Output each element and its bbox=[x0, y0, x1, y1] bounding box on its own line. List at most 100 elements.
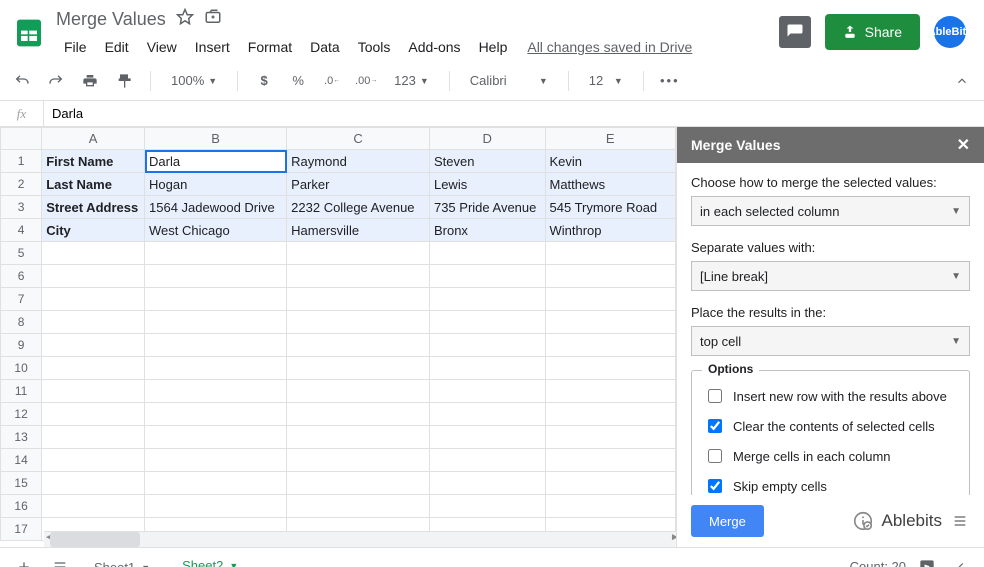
horizontal-scrollbar[interactable]: ◄ ► bbox=[44, 531, 676, 547]
formula-input[interactable]: Darla bbox=[44, 106, 83, 121]
col-header-E[interactable]: E bbox=[545, 128, 676, 150]
cell[interactable]: Matthews bbox=[545, 173, 676, 196]
col-header-B[interactable]: B bbox=[145, 128, 287, 150]
merge-how-selector[interactable]: in each selected column▼ bbox=[691, 196, 970, 226]
select-all-corner[interactable] bbox=[1, 128, 42, 150]
row-header[interactable]: 17 bbox=[1, 518, 42, 541]
avatar[interactable]: AbleBits bbox=[934, 16, 966, 48]
place-results-selector[interactable]: top cell▼ bbox=[691, 326, 970, 356]
cell[interactable]: Lewis bbox=[429, 173, 545, 196]
row-header[interactable]: 8 bbox=[1, 311, 42, 334]
merge-values-panel: Merge Values ✕ Choose how to merge the s… bbox=[676, 127, 984, 547]
undo-icon[interactable] bbox=[10, 69, 34, 93]
menu-help[interactable]: Help bbox=[471, 35, 516, 59]
cell[interactable]: Raymond bbox=[287, 150, 430, 173]
move-icon[interactable] bbox=[204, 8, 222, 31]
row-header[interactable]: 2 bbox=[1, 173, 42, 196]
row-header[interactable]: 3 bbox=[1, 196, 42, 219]
menu-file[interactable]: File bbox=[56, 35, 95, 59]
sheet-tab-1[interactable]: Sheet1▼ bbox=[82, 549, 162, 567]
panel-label-separator: Separate values with: bbox=[691, 240, 970, 255]
cell[interactable]: Bronx bbox=[429, 219, 545, 242]
row-header[interactable]: 5 bbox=[1, 242, 42, 265]
cell[interactable]: Street Address bbox=[42, 196, 145, 219]
cell[interactable]: Kevin bbox=[545, 150, 676, 173]
fx-icon: fx bbox=[0, 101, 44, 126]
cell[interactable]: Hogan bbox=[145, 173, 287, 196]
row-header[interactable]: 14 bbox=[1, 449, 42, 472]
menu-addons[interactable]: Add-ons bbox=[400, 35, 468, 59]
row-header[interactable]: 15 bbox=[1, 472, 42, 495]
spreadsheet-grid[interactable]: A B C D E 1 First Name Darla Raymond Ste… bbox=[0, 127, 676, 547]
doc-name[interactable]: Merge Values bbox=[56, 9, 166, 30]
menu-tools[interactable]: Tools bbox=[350, 35, 399, 59]
print-icon[interactable] bbox=[78, 69, 102, 93]
panel-label-place: Place the results in the: bbox=[691, 305, 970, 320]
all-sheets-icon[interactable] bbox=[46, 553, 74, 567]
info-icon[interactable] bbox=[852, 510, 874, 532]
paint-format-icon[interactable] bbox=[112, 69, 136, 93]
percent-icon[interactable]: % bbox=[286, 69, 310, 93]
hamburger-icon[interactable] bbox=[950, 511, 970, 531]
row-header[interactable]: 4 bbox=[1, 219, 42, 242]
more-tools-icon[interactable]: ••• bbox=[658, 69, 682, 93]
sheets-logo-icon[interactable] bbox=[10, 8, 48, 58]
sidebar-collapse-icon[interactable] bbox=[948, 554, 974, 567]
row-header[interactable]: 9 bbox=[1, 334, 42, 357]
cell[interactable]: Steven bbox=[429, 150, 545, 173]
opt-clear-contents-checkbox[interactable] bbox=[708, 419, 722, 433]
increase-decimal-icon[interactable]: .00→ bbox=[354, 69, 378, 93]
cell[interactable]: Last Name bbox=[42, 173, 145, 196]
cell[interactable]: First Name bbox=[42, 150, 145, 173]
row-header[interactable]: 13 bbox=[1, 426, 42, 449]
menu-edit[interactable]: Edit bbox=[97, 35, 137, 59]
cell[interactable]: 2232 College Avenue bbox=[287, 196, 430, 219]
cell[interactable]: Darla bbox=[145, 150, 287, 173]
more-formats-selector[interactable]: 123▼ bbox=[388, 73, 435, 88]
decrease-decimal-icon[interactable]: .0← bbox=[320, 69, 344, 93]
sheet-tab-bar: Sheet1▼ Sheet2▼ Count: 20 bbox=[0, 547, 984, 567]
row-header[interactable]: 1 bbox=[1, 150, 42, 173]
col-header-D[interactable]: D bbox=[429, 128, 545, 150]
redo-icon[interactable] bbox=[44, 69, 68, 93]
menu-view[interactable]: View bbox=[139, 35, 185, 59]
add-sheet-icon[interactable] bbox=[10, 553, 38, 567]
cell[interactable]: 545 Trymore Road bbox=[545, 196, 676, 219]
sheet-tab-2[interactable]: Sheet2▼ bbox=[170, 549, 250, 567]
font-selector[interactable]: Calibri▼ bbox=[464, 73, 554, 88]
share-button[interactable]: Share bbox=[825, 14, 920, 50]
merge-button[interactable]: Merge bbox=[691, 505, 764, 537]
opt-insert-row-checkbox[interactable] bbox=[708, 389, 722, 403]
zoom-selector[interactable]: 100%▼ bbox=[165, 73, 223, 88]
font-size-selector[interactable]: 12▼ bbox=[583, 73, 629, 88]
save-status[interactable]: All changes saved in Drive bbox=[527, 39, 692, 55]
row-header[interactable]: 16 bbox=[1, 495, 42, 518]
row-header[interactable]: 6 bbox=[1, 265, 42, 288]
menu-data[interactable]: Data bbox=[302, 35, 348, 59]
cell[interactable]: West Chicago bbox=[145, 219, 287, 242]
opt-skip-empty-checkbox[interactable] bbox=[708, 479, 722, 493]
close-icon[interactable]: ✕ bbox=[957, 135, 970, 155]
cell[interactable]: Winthrop bbox=[545, 219, 676, 242]
row-header[interactable]: 12 bbox=[1, 403, 42, 426]
row-header[interactable]: 7 bbox=[1, 288, 42, 311]
explore-icon[interactable] bbox=[914, 554, 940, 567]
row-header[interactable]: 10 bbox=[1, 357, 42, 380]
currency-icon[interactable]: $ bbox=[252, 69, 276, 93]
comments-icon[interactable] bbox=[779, 16, 811, 48]
col-header-A[interactable]: A bbox=[42, 128, 145, 150]
cell[interactable]: 735 Pride Avenue bbox=[429, 196, 545, 219]
collapse-toolbar-icon[interactable] bbox=[950, 69, 974, 93]
col-header-C[interactable]: C bbox=[287, 128, 430, 150]
menu-format[interactable]: Format bbox=[240, 35, 300, 59]
formula-bar: fx Darla bbox=[0, 101, 984, 127]
menu-insert[interactable]: Insert bbox=[187, 35, 238, 59]
separator-selector[interactable]: [Line break]▼ bbox=[691, 261, 970, 291]
cell[interactable]: 1564 Jadewood Drive bbox=[145, 196, 287, 219]
cell[interactable]: Parker bbox=[287, 173, 430, 196]
cell[interactable]: Hamersville bbox=[287, 219, 430, 242]
opt-merge-cells-checkbox[interactable] bbox=[708, 449, 722, 463]
row-header[interactable]: 11 bbox=[1, 380, 42, 403]
cell[interactable]: City bbox=[42, 219, 145, 242]
star-icon[interactable] bbox=[176, 8, 194, 31]
